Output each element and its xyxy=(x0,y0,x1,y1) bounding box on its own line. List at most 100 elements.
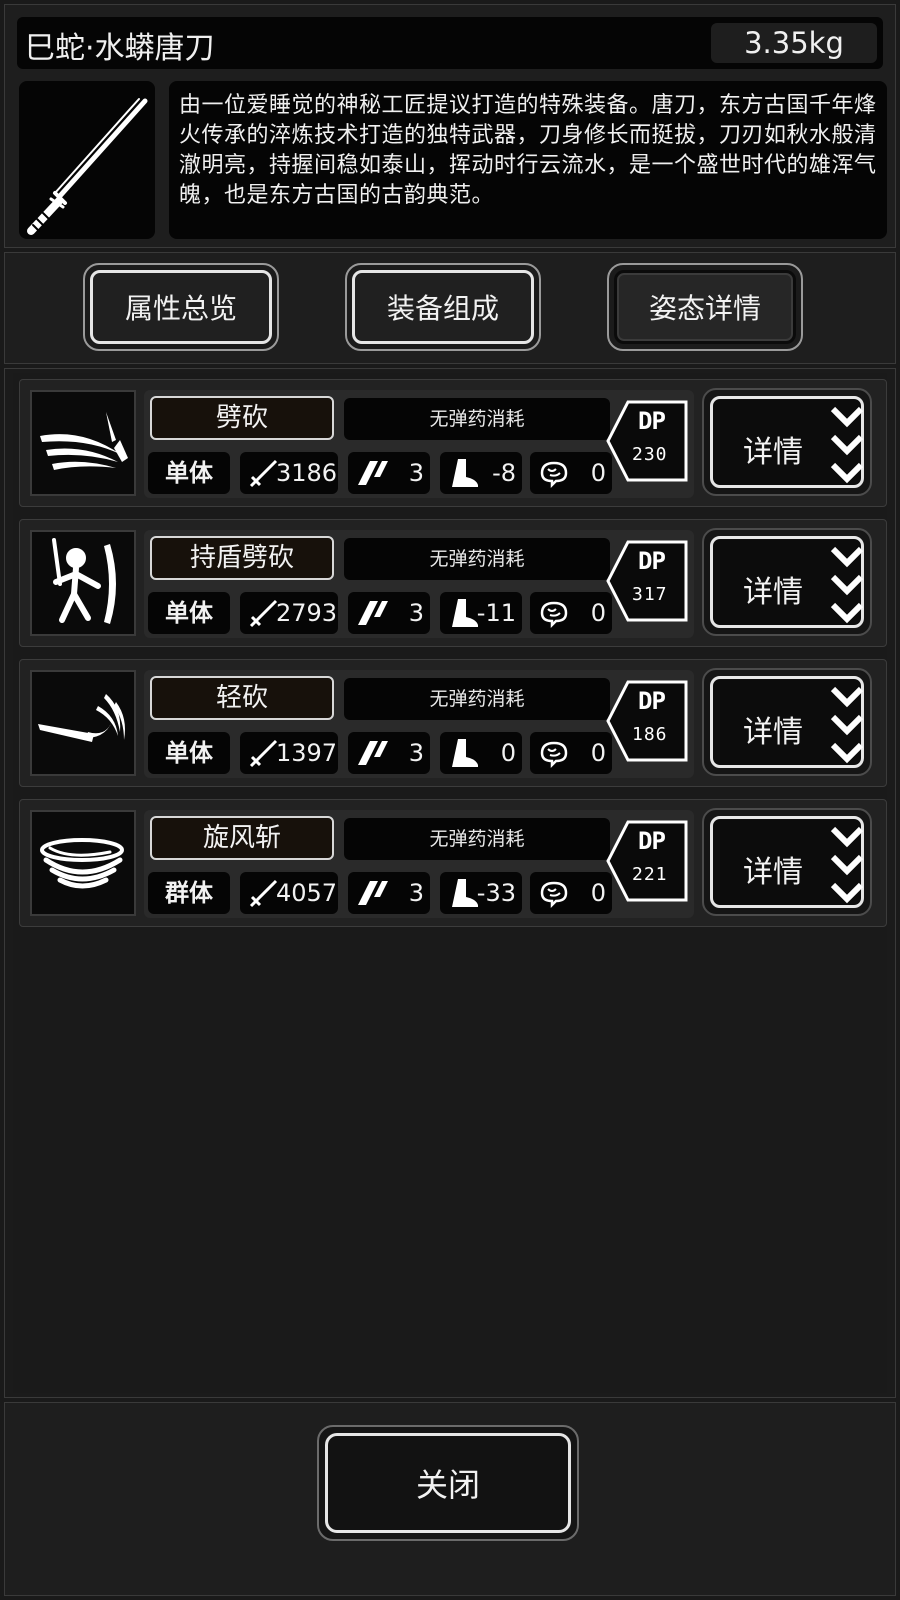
hits-stat: 3 xyxy=(348,592,430,634)
detail-button-frame: 详情 xyxy=(710,536,864,628)
skill-name: 持盾劈砍 xyxy=(150,536,334,580)
tab-stance-details[interactable]: 姿态详情 xyxy=(607,263,803,351)
dp-value: 230 xyxy=(632,444,668,465)
chevron-down-icon xyxy=(830,546,864,624)
dp-value: 186 xyxy=(632,724,668,745)
brain-icon xyxy=(540,601,568,629)
dp-label: DP xyxy=(638,547,666,575)
close-label: 关闭 xyxy=(325,1433,571,1533)
mind-stat: 0 xyxy=(530,732,612,774)
checker-icon xyxy=(358,601,388,625)
checker-icon xyxy=(358,741,388,765)
mind-stat: 0 xyxy=(530,452,612,494)
hits-value: 3 xyxy=(408,459,424,487)
boot-icon xyxy=(452,879,478,907)
mind-stat: 0 xyxy=(530,592,612,634)
chevron-down-icon xyxy=(830,686,864,764)
move-value: -8 xyxy=(492,459,516,487)
dp-badge: DP 221 xyxy=(606,820,688,902)
hits-stat: 3 xyxy=(348,872,430,914)
ammo-cost: 无弹药消耗 xyxy=(344,678,610,720)
target-type: 单体 xyxy=(148,732,230,774)
dp-value: 317 xyxy=(632,584,668,605)
detail-button[interactable]: 详情 xyxy=(702,808,872,916)
target-type: 单体 xyxy=(148,592,230,634)
detail-label: 详情 xyxy=(743,715,803,750)
katana-icon xyxy=(19,81,155,239)
attack-value: 2793 xyxy=(276,599,338,627)
dp-badge: DP 317 xyxy=(606,540,688,622)
hits-value: 3 xyxy=(408,879,424,907)
skill-list[interactable]: 劈砍 无弹药消耗 单体 3186 3 -8 0 DP 230 详情 持盾劈砍 无… xyxy=(13,373,887,1393)
move-value: -11 xyxy=(476,599,516,627)
attack-value: 1397 xyxy=(276,739,338,767)
item-weight: 3.35kg xyxy=(711,23,877,63)
item-title: 巳蛇·水蟒唐刀 xyxy=(25,31,215,66)
mind-value: 0 xyxy=(590,459,606,487)
attack-stat: 2793 xyxy=(240,592,338,634)
hits-value: 3 xyxy=(408,599,424,627)
attack-value: 3186 xyxy=(276,459,338,487)
detail-button[interactable]: 详情 xyxy=(702,668,872,776)
dp-value: 221 xyxy=(632,864,668,885)
mind-value: 0 xyxy=(590,879,606,907)
brain-icon xyxy=(540,741,568,769)
mind-value: 0 xyxy=(590,599,606,627)
ammo-cost: 无弹药消耗 xyxy=(344,818,610,860)
shield-slash-icon xyxy=(30,530,136,636)
tab-attributes-overview[interactable]: 属性总览 xyxy=(83,263,279,351)
boot-icon xyxy=(452,739,478,767)
move-value: -33 xyxy=(476,879,516,907)
close-button[interactable]: 关闭 xyxy=(317,1425,579,1541)
move-stat: -8 xyxy=(440,452,522,494)
detail-button[interactable]: 详情 xyxy=(702,388,872,496)
tab-label: 属性总览 xyxy=(90,270,272,344)
tab-label: 姿态详情 xyxy=(614,270,796,344)
dp-badge: DP 230 xyxy=(606,400,688,482)
brain-icon xyxy=(540,881,568,909)
checker-icon xyxy=(358,461,388,485)
skill-row: 劈砍 无弹药消耗 单体 3186 3 -8 0 DP 230 详情 xyxy=(19,379,887,507)
skill-row: 持盾劈砍 无弹药消耗 单体 2793 3 -11 0 DP 317 详情 xyxy=(19,519,887,647)
tab-equipment-composition[interactable]: 装备组成 xyxy=(345,263,541,351)
move-value: 0 xyxy=(500,739,516,767)
detail-button-frame: 详情 xyxy=(710,816,864,908)
target-type: 群体 xyxy=(148,872,230,914)
tab-bar: 属性总览 装备组成 姿态详情 xyxy=(4,252,896,364)
slash-icon xyxy=(30,390,136,496)
hits-stat: 3 xyxy=(348,452,430,494)
skill-row: 轻砍 无弹药消耗 单体 1397 3 0 0 DP 186 详情 xyxy=(19,659,887,787)
skill-row: 旋风斩 无弹药消耗 群体 4057 3 -33 0 DP 221 详情 xyxy=(19,799,887,927)
chevron-down-icon xyxy=(830,406,864,484)
dp-label: DP xyxy=(638,827,666,855)
dp-label: DP xyxy=(638,687,666,715)
checker-icon xyxy=(358,881,388,905)
hits-stat: 3 xyxy=(348,732,430,774)
detail-label: 详情 xyxy=(743,575,803,610)
skill-name: 旋风斩 xyxy=(150,816,334,860)
attack-value: 4057 xyxy=(276,879,338,907)
detail-button[interactable]: 详情 xyxy=(702,528,872,636)
item-info-panel: 巳蛇·水蟒唐刀 3.35kg 由一位爱睡觉的神秘工匠提议打造的特殊装备。唐刀，东… xyxy=(4,4,896,248)
tab-label: 装备组成 xyxy=(352,270,534,344)
skill-name: 轻砍 xyxy=(150,676,334,720)
chevron-down-icon xyxy=(830,826,864,904)
target-type: 单体 xyxy=(148,452,230,494)
light-slash-icon xyxy=(30,670,136,776)
dp-badge: DP 186 xyxy=(606,680,688,762)
ammo-cost: 无弹药消耗 xyxy=(344,398,610,440)
brain-icon xyxy=(540,461,568,489)
whirlwind-icon xyxy=(30,810,136,916)
attack-stat: 4057 xyxy=(240,872,338,914)
item-description: 由一位爱睡觉的神秘工匠提议打造的特殊装备。唐刀，东方古国千年烽火传承的淬炼技术打… xyxy=(169,81,887,239)
detail-label: 详情 xyxy=(743,855,803,890)
attack-stat: 1397 xyxy=(240,732,338,774)
move-stat: 0 xyxy=(440,732,522,774)
dp-label: DP xyxy=(638,407,666,435)
move-stat: -11 xyxy=(440,592,522,634)
boot-icon xyxy=(452,599,478,627)
ammo-cost: 无弹药消耗 xyxy=(344,538,610,580)
footer: 关闭 xyxy=(4,1402,896,1596)
move-stat: -33 xyxy=(440,872,522,914)
boot-icon xyxy=(452,459,478,487)
